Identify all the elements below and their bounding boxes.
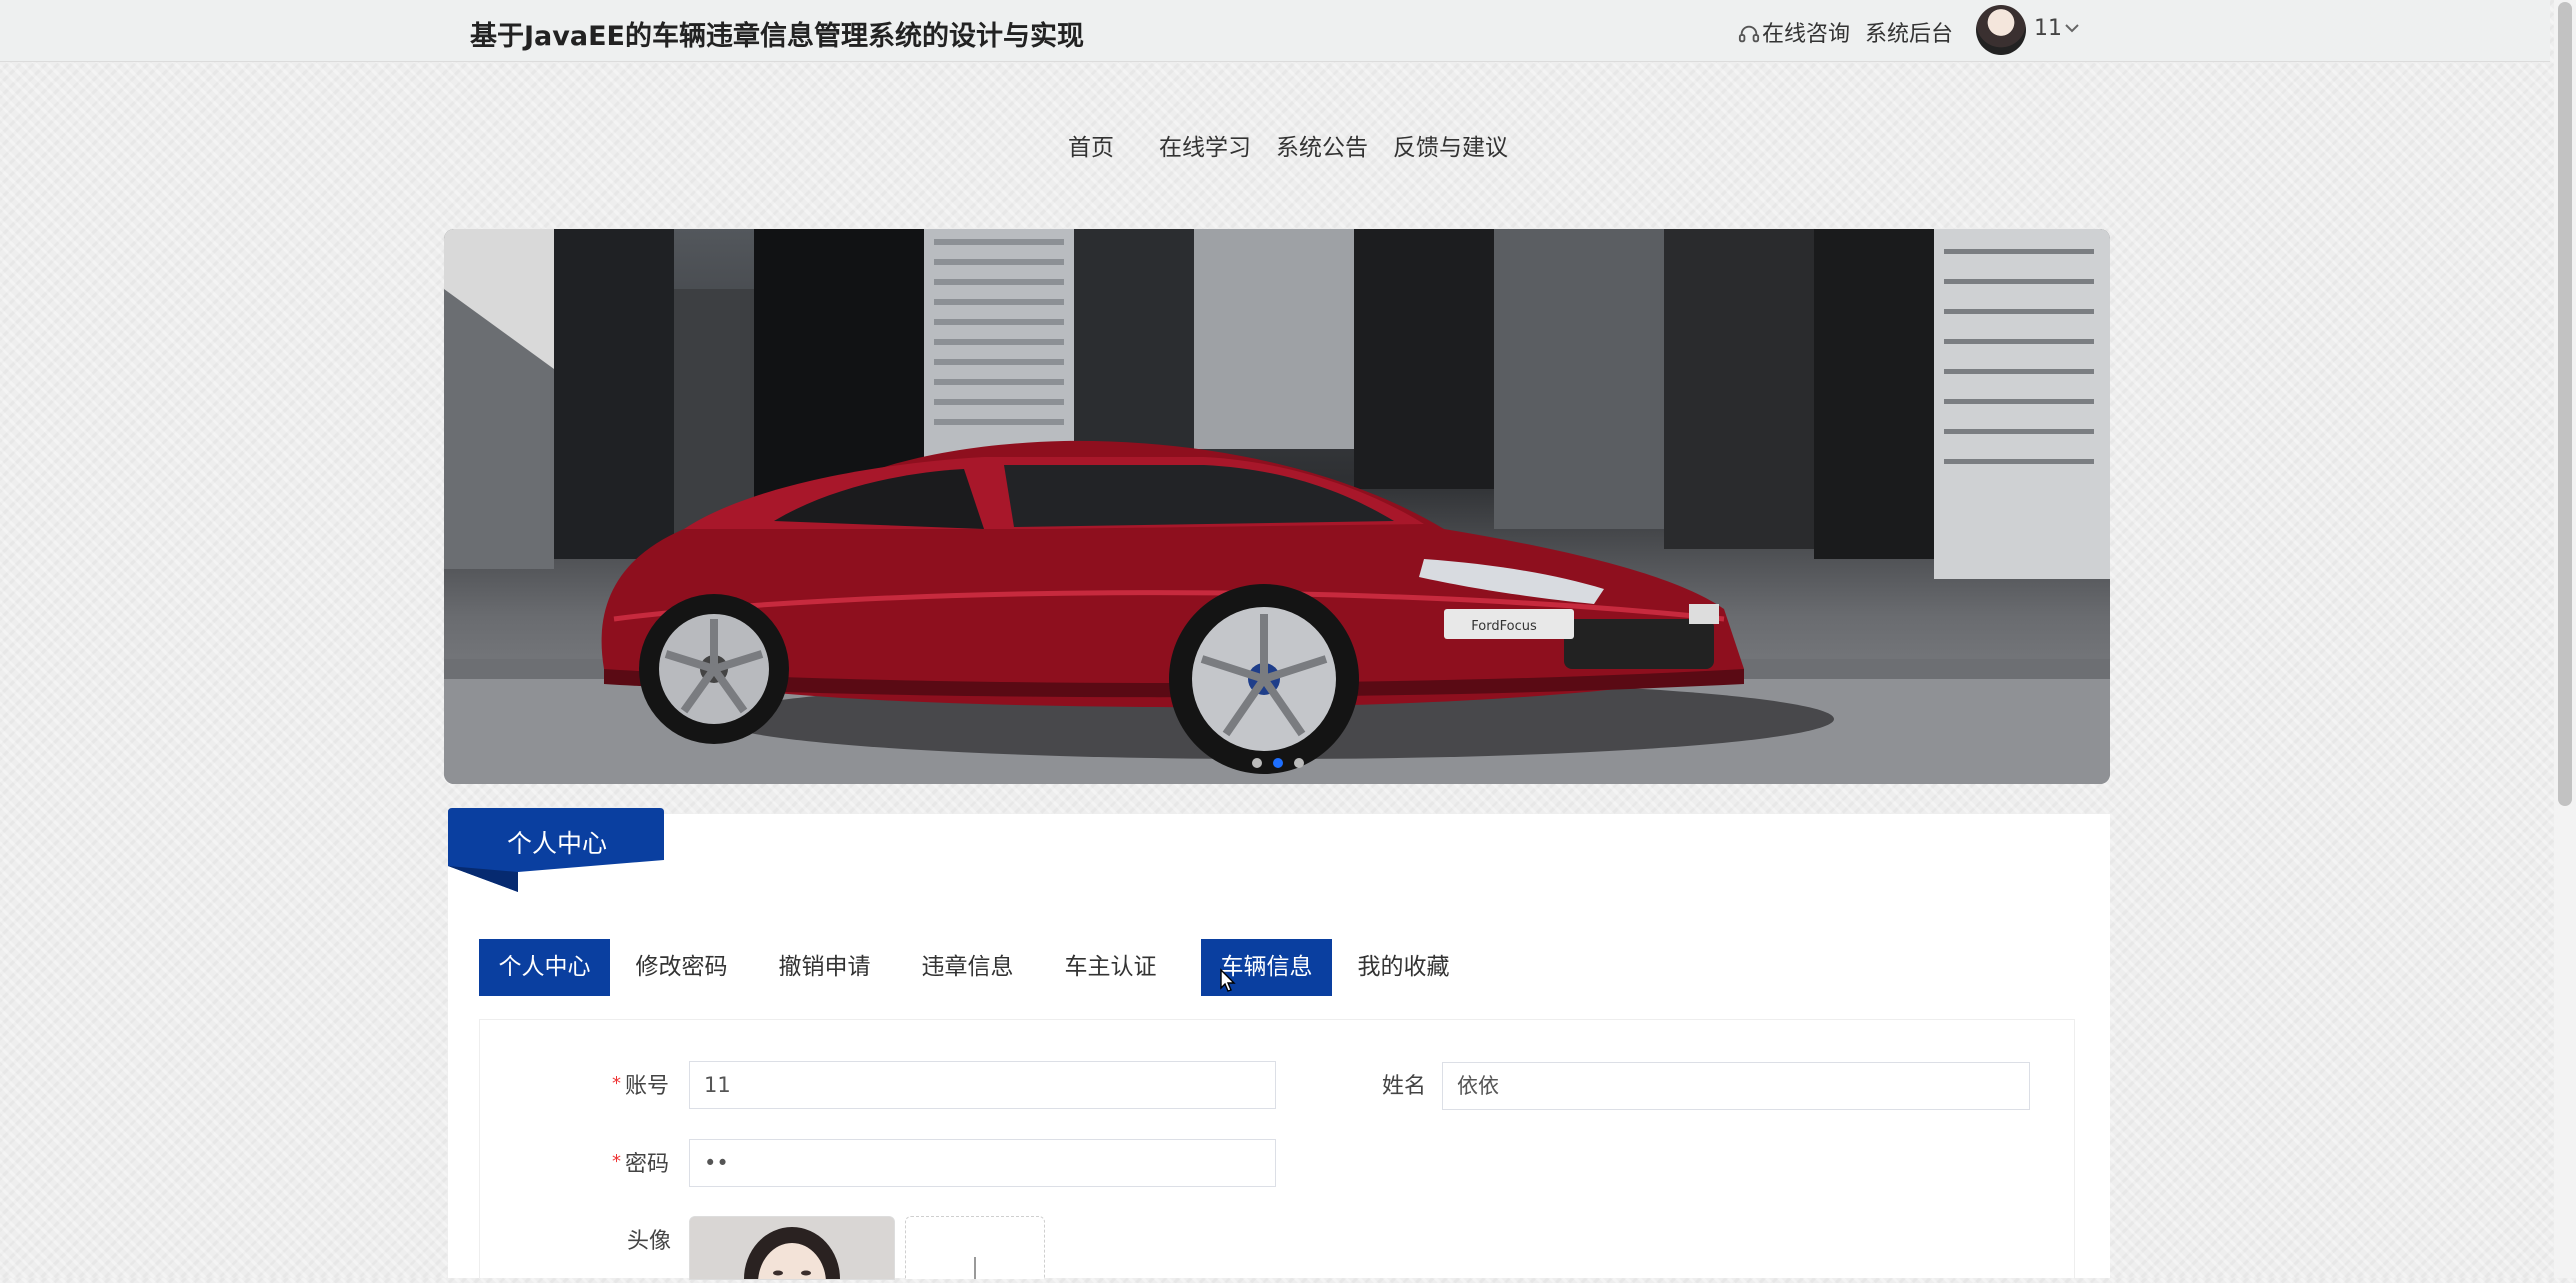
carousel-dot-active[interactable] (1273, 758, 1283, 768)
password-input[interactable] (689, 1139, 1276, 1187)
user-avatar[interactable] (1976, 5, 2026, 55)
avatar-label: 头像 (627, 1229, 672, 1254)
mouse-cursor-icon (1220, 968, 1236, 992)
online-consult-link[interactable]: 在线咨询 (1738, 16, 1850, 48)
account-label: * 账号 (612, 1068, 669, 1100)
nav-item-announcements[interactable]: 系统公告 (1276, 128, 1368, 162)
carousel-dot[interactable] (1252, 758, 1262, 768)
nav-item-online-learning[interactable]: 在线学习 (1159, 128, 1251, 162)
chevron-down-icon[interactable] (2064, 22, 2080, 34)
nav-item-home[interactable]: 首页 (1068, 128, 1114, 162)
backend-link[interactable]: 系统后台 (1865, 16, 1953, 48)
required-mark: * (612, 1073, 621, 1094)
tab-violation-info[interactable]: 违章信息 (896, 939, 1039, 996)
online-consult-label: 在线咨询 (1762, 22, 1851, 47)
account-input[interactable] (689, 1061, 1276, 1109)
banner-carousel[interactable]: FordFocus (444, 229, 2110, 784)
panel-title: 个人中心 (506, 829, 607, 858)
scrollbar-thumb[interactable] (2558, 2, 2572, 806)
nav-item-feedback[interactable]: 反馈与建议 (1393, 128, 1508, 162)
name-label: 姓名 (1382, 1074, 1427, 1099)
password-label-text: 密码 (625, 1152, 670, 1177)
tab-change-password[interactable]: 修改密码 (610, 939, 753, 996)
headset-icon (1738, 25, 1760, 43)
top-bar: 基于JavaEE的车辆违章信息管理系统的设计与实现 (0, 0, 2550, 62)
name-input[interactable] (1442, 1062, 2030, 1110)
username[interactable]: 11 (2034, 16, 2062, 41)
tab-personal-center[interactable]: 个人中心 (479, 939, 610, 996)
tab-owner-certification[interactable]: 车主认证 (1039, 939, 1182, 996)
plus-icon (974, 1257, 976, 1279)
avatar-photo (690, 1217, 894, 1279)
banner-car-image: FordFocus (444, 229, 2110, 784)
main-nav: 首页 在线学习 系统公告 反馈与建议 (0, 128, 2576, 164)
license-plate-text: FordFocus (1471, 619, 1537, 634)
page-scrollbar[interactable] (2554, 0, 2576, 1278)
carousel-dot[interactable] (1294, 758, 1304, 768)
password-label: * 密码 (612, 1146, 669, 1178)
required-mark: * (612, 1151, 621, 1172)
account-label-text: 账号 (625, 1074, 670, 1099)
site-title: 基于JavaEE的车辆违章信息管理系统的设计与实现 (470, 21, 1084, 52)
tab-revoke-request[interactable]: 撤销申请 (753, 939, 896, 996)
avatar-preview-image[interactable] (689, 1216, 895, 1280)
avatar-upload-button[interactable] (905, 1216, 1045, 1279)
tab-my-favorites[interactable]: 我的收藏 (1332, 939, 1475, 996)
